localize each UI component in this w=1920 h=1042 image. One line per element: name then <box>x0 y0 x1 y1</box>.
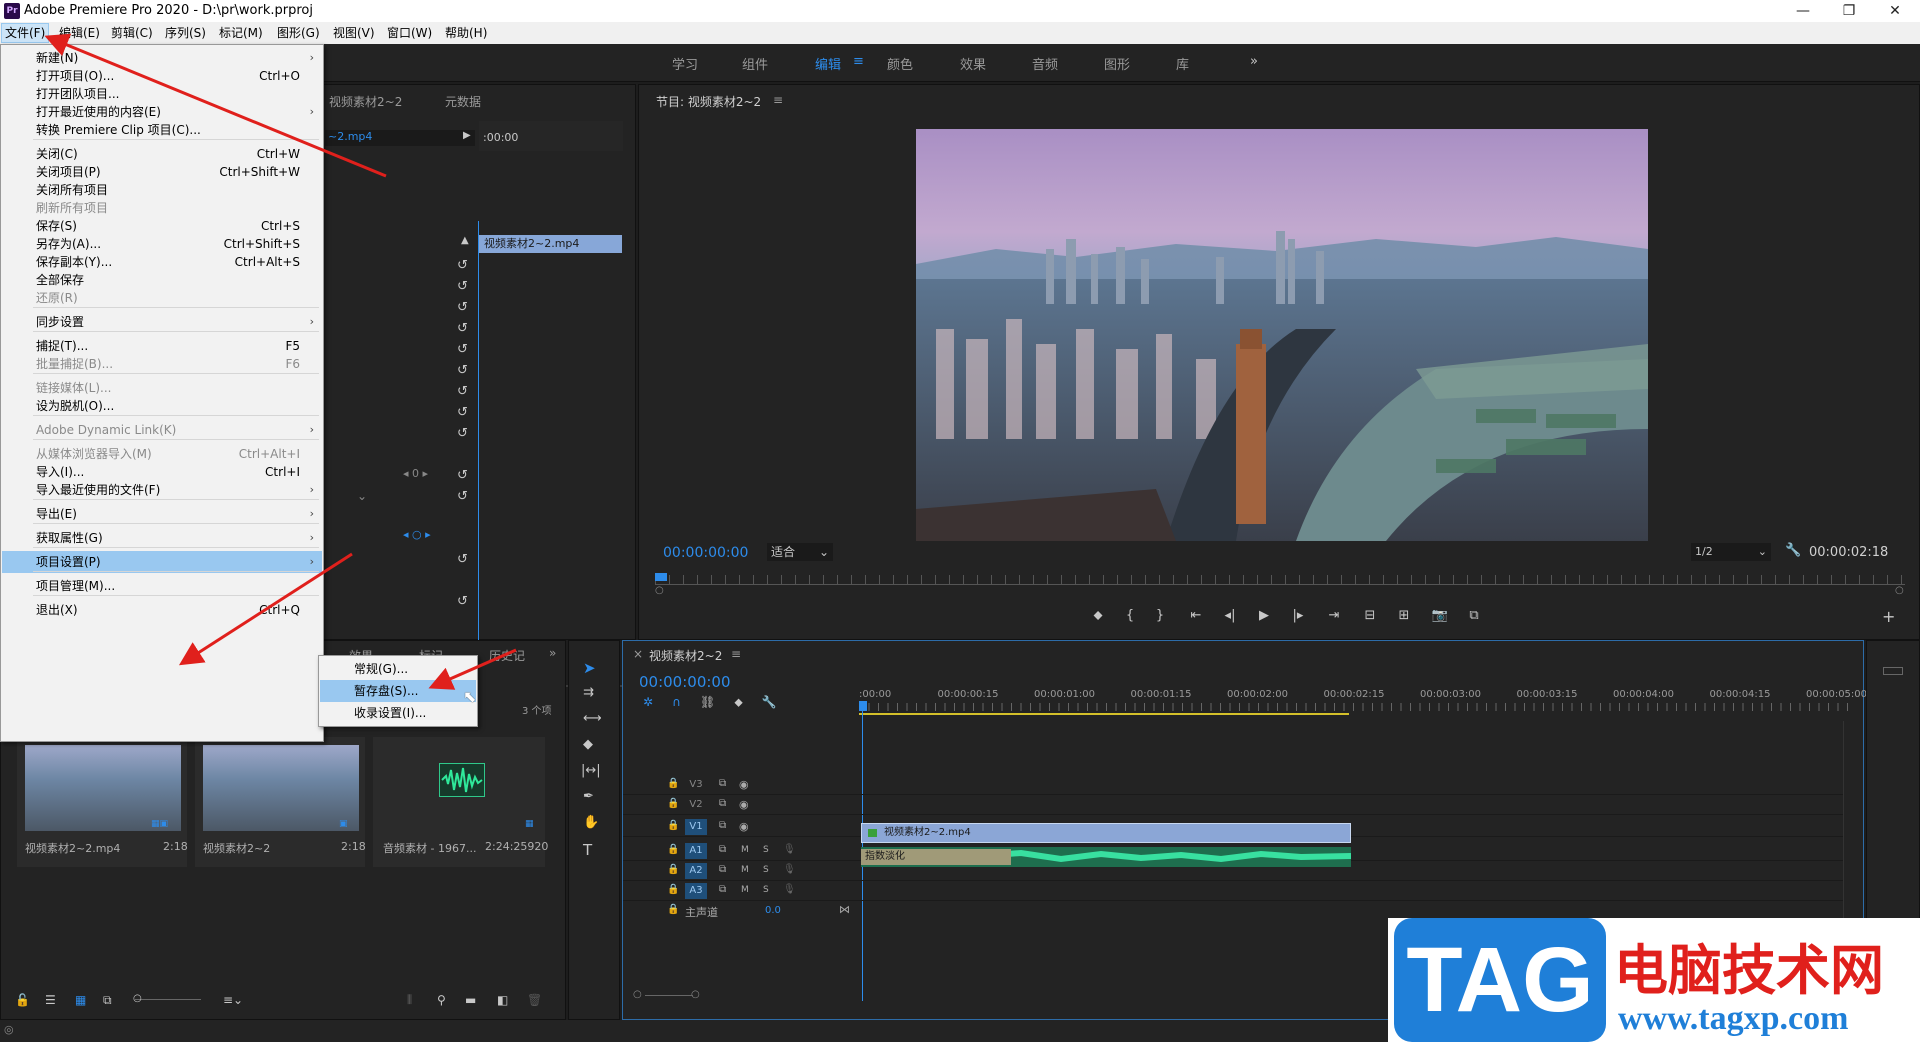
watermark-url: www.tagxp.com <box>1618 1000 1849 1037</box>
watermark-cn-text: 电脑技术网 <box>1614 939 1884 1002</box>
watermark: TAG 电脑技术网 www.tagxp.com <box>1388 918 1920 1042</box>
annotation-arrows <box>44 33 517 690</box>
watermark-tag-logo: TAG <box>1394 918 1606 1042</box>
